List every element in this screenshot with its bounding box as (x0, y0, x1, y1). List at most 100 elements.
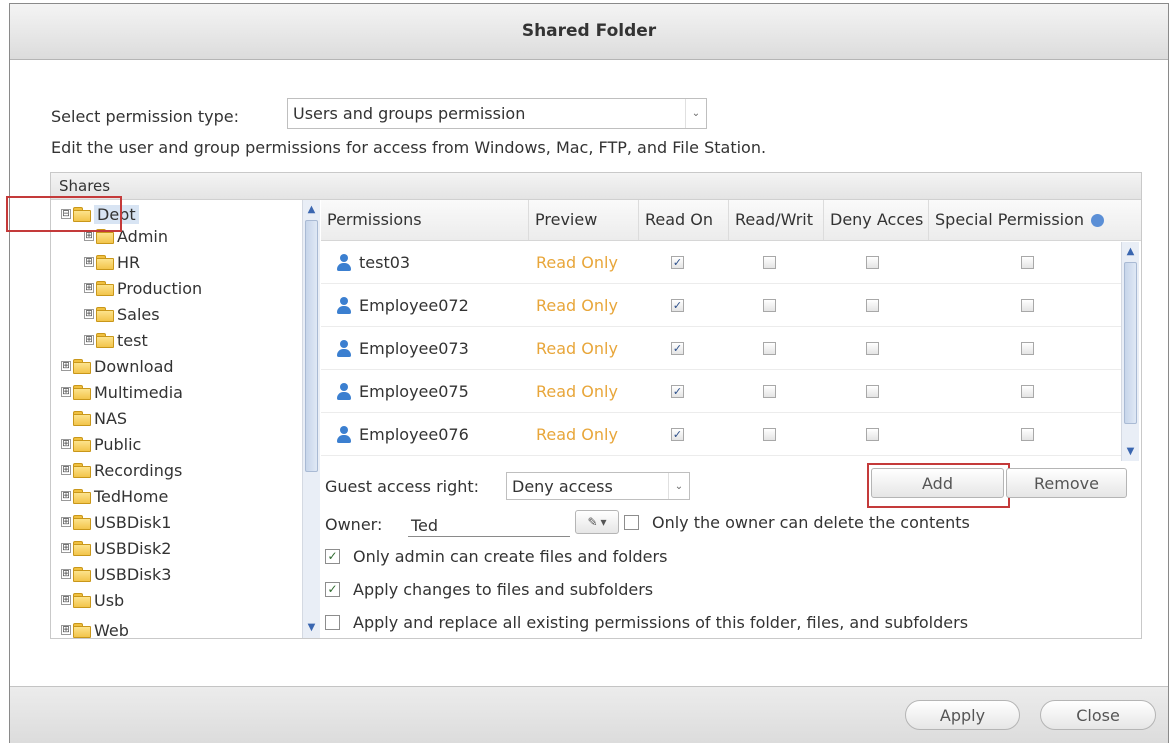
read-write-checkbox[interactable] (763, 428, 776, 441)
read-only-checkbox[interactable]: ✓ (671, 342, 684, 355)
apply-replace-checkbox[interactable] (325, 615, 340, 630)
expand-icon[interactable]: ⊞ (61, 361, 71, 371)
column-preview[interactable]: Preview (529, 200, 639, 240)
column-read-write[interactable]: Read/Writ (729, 200, 824, 240)
help-icon[interactable] (1091, 214, 1105, 227)
permission-type-label: Select permission type: (51, 107, 240, 126)
read-write-checkbox[interactable] (763, 342, 776, 355)
expand-icon[interactable]: ⊞ (61, 595, 71, 605)
expand-icon[interactable]: ⊞ (61, 625, 71, 635)
column-deny-access[interactable]: Deny Acces (824, 200, 929, 240)
read-only-checkbox[interactable]: ✓ (671, 299, 684, 312)
expand-icon[interactable]: ⊞ (61, 387, 71, 397)
tree-item-recordings[interactable]: ⊞ Recordings (61, 458, 182, 482)
scroll-down-icon[interactable]: ▼ (1123, 444, 1138, 459)
close-button[interactable]: Close (1040, 700, 1156, 730)
read-write-checkbox[interactable] (763, 256, 776, 269)
deny-access-checkbox[interactable] (866, 342, 879, 355)
tree-item-web[interactable]: ⊞ Web (61, 618, 129, 638)
expand-icon[interactable]: ⊞ (84, 309, 94, 319)
special-permission-checkbox[interactable] (1021, 385, 1034, 398)
apply-replace-option[interactable]: Apply and replace all existing permissio… (325, 613, 968, 632)
remove-button[interactable]: Remove (1006, 468, 1127, 498)
permission-description: Edit the user and group permissions for … (51, 138, 767, 157)
apply-changes-checkbox[interactable]: ✓ (325, 582, 340, 597)
column-permissions[interactable]: Permissions (321, 200, 529, 240)
permission-type-select[interactable]: Users and groups permission ⌄ (287, 98, 707, 129)
table-row[interactable]: Employee076 Read Only ✓ (321, 413, 1121, 456)
scroll-up-icon[interactable]: ▲ (1123, 244, 1138, 259)
apply-changes-option[interactable]: ✓ Apply changes to files and subfolders (325, 580, 653, 599)
special-permission-checkbox[interactable] (1021, 299, 1034, 312)
expand-icon[interactable]: ⊞ (84, 231, 94, 241)
expand-icon[interactable]: ⊞ (61, 491, 71, 501)
expand-icon[interactable]: ⊞ (61, 439, 71, 449)
special-permission-checkbox[interactable] (1021, 342, 1034, 355)
table-row[interactable]: test03 Read Only ✓ (321, 241, 1121, 284)
tree-scroll-thumb[interactable] (305, 220, 318, 472)
only-owner-delete-checkbox[interactable] (624, 515, 639, 530)
user-icon (335, 382, 353, 401)
chevron-down-icon: ⌄ (685, 99, 706, 128)
read-only-checkbox[interactable]: ✓ (671, 256, 684, 269)
tree-item-nas[interactable]: NAS (61, 406, 127, 430)
read-only-checkbox[interactable]: ✓ (671, 428, 684, 441)
grid-header: Permissions Preview Read On Read/Writ De… (321, 200, 1141, 241)
deny-access-checkbox[interactable] (866, 256, 879, 269)
expand-icon[interactable]: ⊞ (84, 257, 94, 267)
grid-scrollbar[interactable]: ▲ ▼ (1121, 242, 1139, 461)
tree-item-test[interactable]: ⊞ test (84, 328, 148, 352)
add-button-highlight (867, 463, 1010, 508)
tree-item-sales[interactable]: ⊞ Sales (84, 302, 160, 326)
table-row[interactable]: Employee073 Read Only ✓ (321, 327, 1121, 370)
user-name: Employee073 (359, 339, 469, 358)
scroll-down-icon[interactable]: ▼ (304, 620, 319, 635)
owner-field[interactable]: Ted (408, 512, 570, 537)
column-read-only[interactable]: Read On (639, 200, 729, 240)
grid-scroll-thumb[interactable] (1124, 262, 1137, 424)
tree-item-multimedia[interactable]: ⊞ Multimedia (61, 380, 183, 404)
read-write-checkbox[interactable] (763, 299, 776, 312)
only-owner-delete-option[interactable]: Only the owner can delete the contents (624, 513, 970, 532)
expand-icon[interactable]: ⊞ (61, 569, 71, 579)
tree-item-usbdisk2[interactable]: ⊞ USBDisk2 (61, 536, 171, 560)
guest-access-select[interactable]: Deny access ⌄ (506, 472, 690, 500)
folder-icon (73, 623, 91, 638)
user-name: Employee072 (359, 296, 469, 315)
tree-item-download[interactable]: ⊞ Download (61, 354, 174, 378)
scroll-up-icon[interactable]: ▲ (304, 202, 319, 217)
read-write-checkbox[interactable] (763, 385, 776, 398)
tree-item-label: Public (94, 434, 142, 454)
special-permission-checkbox[interactable] (1021, 428, 1034, 441)
tree-item-usbdisk1[interactable]: ⊞ USBDisk1 (61, 510, 171, 534)
admin-create-checkbox[interactable]: ✓ (325, 549, 340, 564)
deny-access-checkbox[interactable] (866, 385, 879, 398)
tree-item-usbdisk3[interactable]: ⊞ USBDisk3 (61, 562, 171, 586)
expand-icon[interactable]: ⊞ (61, 543, 71, 553)
tree-item-public[interactable]: ⊞ Public (61, 432, 141, 456)
preview-value: Read Only (536, 339, 618, 358)
special-permission-checkbox[interactable] (1021, 256, 1034, 269)
owner-value: Ted (411, 516, 439, 535)
tree-item-tedhome[interactable]: ⊞ TedHome (61, 484, 168, 508)
user-icon (335, 296, 353, 315)
deny-access-checkbox[interactable] (866, 299, 879, 312)
deny-access-checkbox[interactable] (866, 428, 879, 441)
tree-scrollbar[interactable]: ▲ ▼ (302, 200, 320, 638)
expand-icon[interactable]: ⊞ (61, 465, 71, 475)
table-row[interactable]: Employee072 Read Only ✓ (321, 284, 1121, 327)
guest-access-label: Guest access right: (325, 477, 480, 496)
table-row[interactable]: Employee075 Read Only ✓ (321, 370, 1121, 413)
expand-icon[interactable]: ⊞ (84, 335, 94, 345)
user-name: Employee075 (359, 382, 469, 401)
expand-icon[interactable]: ⊞ (61, 517, 71, 527)
read-only-checkbox[interactable]: ✓ (671, 385, 684, 398)
admin-create-option[interactable]: ✓ Only admin can create files and folder… (325, 547, 667, 566)
apply-button[interactable]: Apply (905, 700, 1020, 730)
column-special-permission[interactable]: Special Permission (929, 200, 1125, 240)
expand-icon[interactable]: ⊞ (84, 283, 94, 293)
tree-item-production[interactable]: ⊞ Production (84, 276, 202, 300)
edit-owner-button[interactable]: ✎ ▾ (575, 510, 619, 534)
tree-item-usb[interactable]: ⊞ Usb (61, 588, 124, 612)
tree-item-hr[interactable]: ⊞ HR (84, 250, 140, 274)
